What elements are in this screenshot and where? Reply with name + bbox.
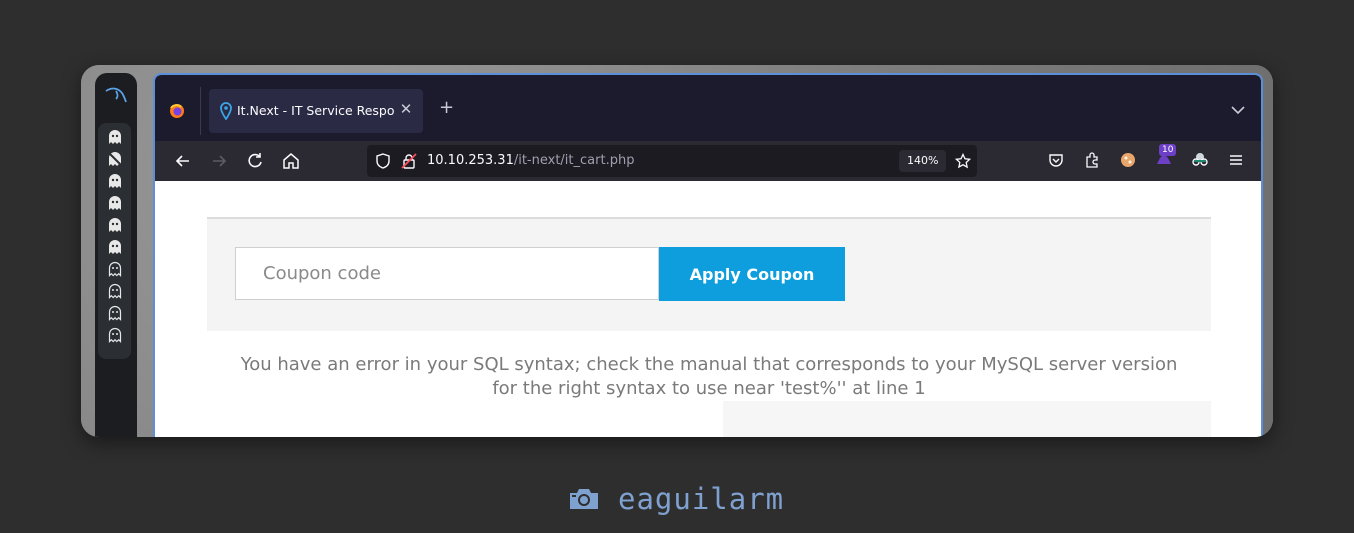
insecure-lock-icon[interactable] <box>401 153 417 169</box>
workspace-ghost-outline-icon[interactable] <box>107 283 123 299</box>
hamburger-menu-icon[interactable] <box>1227 151 1245 169</box>
bookmark-star-icon[interactable] <box>955 153 971 169</box>
kali-dragon-icon[interactable] <box>104 85 128 105</box>
workspace-ghost-off-icon[interactable] <box>107 151 123 167</box>
workspace-dock <box>95 73 137 437</box>
tab-active[interactable]: It.Next - IT Service Respo ✕ <box>209 89 423 133</box>
home-icon[interactable] <box>281 151 301 171</box>
tab-title: It.Next - IT Service Respo <box>237 103 395 118</box>
workspace-ghost-icon[interactable] <box>107 217 123 233</box>
pocket-icon[interactable] <box>1047 151 1065 169</box>
tab-bar: It.Next - IT Service Respo ✕ + <box>155 75 1261 141</box>
workspace-ghost-outline-icon[interactable] <box>107 261 123 277</box>
extension-glasses-icon[interactable] <box>1191 151 1209 169</box>
forward-arrow-icon[interactable] <box>209 151 229 171</box>
sql-error-message: You have an error in your SQL syntax; ch… <box>207 353 1211 401</box>
url-text: 10.10.253.31/it-next/it_cart.php <box>427 153 635 168</box>
screenshot-credit: eaguilarm <box>568 482 784 516</box>
extension-cookie-icon[interactable] <box>1119 151 1137 169</box>
firefox-icon[interactable] <box>169 103 185 119</box>
desktop-window-frame: It.Next - IT Service Respo ✕ + 10.10.253… <box>81 65 1273 437</box>
username: eaguilarm <box>618 482 785 516</box>
apply-coupon-button[interactable]: Apply Coupon <box>659 247 845 301</box>
workspace-ghost-icon[interactable] <box>107 173 123 189</box>
shield-icon[interactable] <box>375 153 391 169</box>
browser-window: It.Next - IT Service Respo ✕ + 10.10.253… <box>153 73 1263 437</box>
workspace-ghost-icon[interactable] <box>107 195 123 211</box>
workspace-ghost-outline-icon[interactable] <box>107 327 123 343</box>
sql-error-line-1: You have an error in your SQL syntax; ch… <box>240 354 1178 375</box>
reload-icon[interactable] <box>245 151 265 171</box>
workspace-panel <box>98 123 131 359</box>
workspace-ghost-icon[interactable] <box>107 239 123 255</box>
workspace-ghost-icon[interactable] <box>107 129 123 145</box>
back-arrow-icon[interactable] <box>173 151 193 171</box>
plus-icon[interactable]: + <box>439 99 454 117</box>
coupon-section: Apply Coupon <box>207 219 1211 331</box>
close-icon[interactable]: ✕ <box>398 99 414 119</box>
tab-separator <box>200 87 201 135</box>
zoom-level[interactable]: 140% <box>899 150 947 172</box>
chevron-down-icon[interactable] <box>1231 105 1245 115</box>
cart-totals-panel <box>723 401 1211 437</box>
navigation-toolbar: 10.10.253.31/it-next/it_cart.php 140% 10 <box>155 141 1261 181</box>
address-bar[interactable]: 10.10.253.31/it-next/it_cart.php 140% <box>367 145 977 177</box>
coupon-code-input[interactable] <box>235 247 659 300</box>
camera-icon <box>570 489 598 509</box>
extensions-puzzle-icon[interactable] <box>1083 151 1101 169</box>
extension-badge: 10 <box>1159 144 1177 156</box>
page-content: Apply Coupon You have an error in your S… <box>155 181 1261 437</box>
workspace-ghost-outline-icon[interactable] <box>107 305 123 321</box>
location-pin-icon <box>220 102 232 120</box>
sql-error-line-2: for the right syntax to use near 'test%'… <box>492 378 926 399</box>
